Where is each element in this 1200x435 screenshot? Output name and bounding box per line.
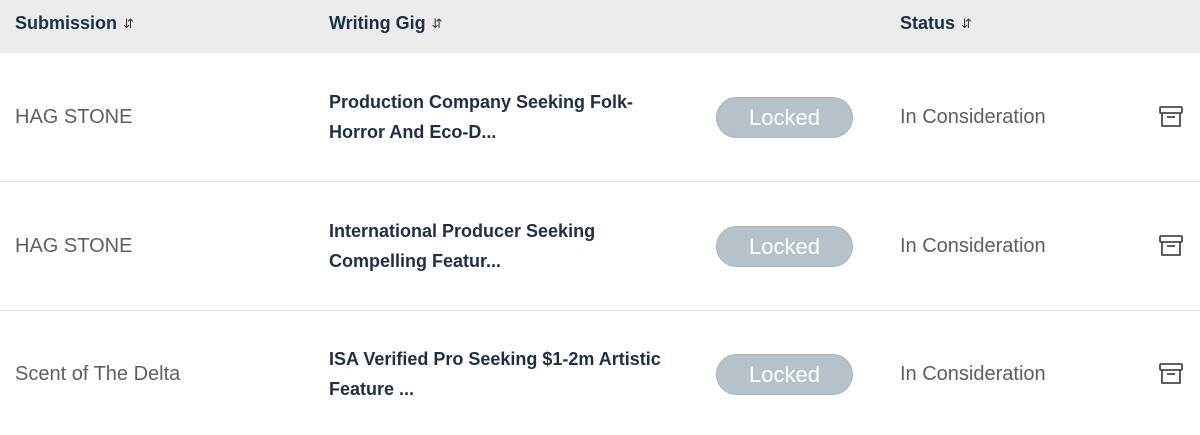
sort-icon[interactable]: ⇵ <box>432 16 443 32</box>
submissions-table: Submission ⇵ Writing Gig ⇵ Status ⇵ HAG … <box>0 0 1200 435</box>
archive-icon[interactable] <box>1158 104 1184 130</box>
table-row: HAG STONE Production Company Seeking Fol… <box>0 53 1200 182</box>
status-text: In Consideration <box>900 105 1046 128</box>
sort-icon[interactable]: ⇵ <box>123 16 134 32</box>
writing-gig-header-label: Writing Gig <box>329 13 426 33</box>
status-column-header[interactable]: Status ⇵ <box>900 13 972 34</box>
gig-title-line: ISA Verified Pro Seeking $1-2m Artistic <box>329 349 661 369</box>
gig-title-line: International Producer Seeking <box>329 221 596 241</box>
submission-title: Scent of The Delta <box>15 362 181 385</box>
archive-icon[interactable] <box>1158 233 1184 259</box>
table-header: Submission ⇵ Writing Gig ⇵ Status ⇵ <box>0 0 1200 53</box>
locked-badge: Locked <box>716 226 853 267</box>
writing-gig-link[interactable]: ISA Verified Pro Seeking $1-2m Artistic … <box>329 310 689 435</box>
submission-column-header[interactable]: Submission ⇵ <box>15 13 134 34</box>
gig-title-line: Production Company Seeking Folk- <box>329 92 634 112</box>
writing-gig-link[interactable]: Production Company Seeking Folk- Horror … <box>329 53 689 181</box>
writing-gig-column-header[interactable]: Writing Gig ⇵ <box>329 13 443 34</box>
writing-gig-link[interactable]: International Producer Seeking Compellin… <box>329 182 689 310</box>
submission-header-label: Submission <box>15 13 118 33</box>
sort-icon[interactable]: ⇵ <box>961 16 972 32</box>
submission-title: HAG STONE <box>15 105 133 128</box>
table-row: HAG STONE International Producer Seeking… <box>0 182 1200 311</box>
status-header-label: Status <box>900 13 956 33</box>
locked-badge: Locked <box>716 97 853 138</box>
table-row: Scent of The Delta ISA Verified Pro Seek… <box>0 310 1200 435</box>
locked-badge: Locked <box>716 354 853 395</box>
gig-title-line: Compelling Featur... <box>329 251 502 271</box>
status-text: In Consideration <box>900 234 1046 257</box>
gig-title-line: Horror And Eco-D... <box>329 122 497 142</box>
gig-title-line: Feature ... <box>329 379 415 399</box>
status-text: In Consideration <box>900 362 1046 385</box>
submission-title: HAG STONE <box>15 234 133 257</box>
archive-icon[interactable] <box>1158 361 1184 387</box>
